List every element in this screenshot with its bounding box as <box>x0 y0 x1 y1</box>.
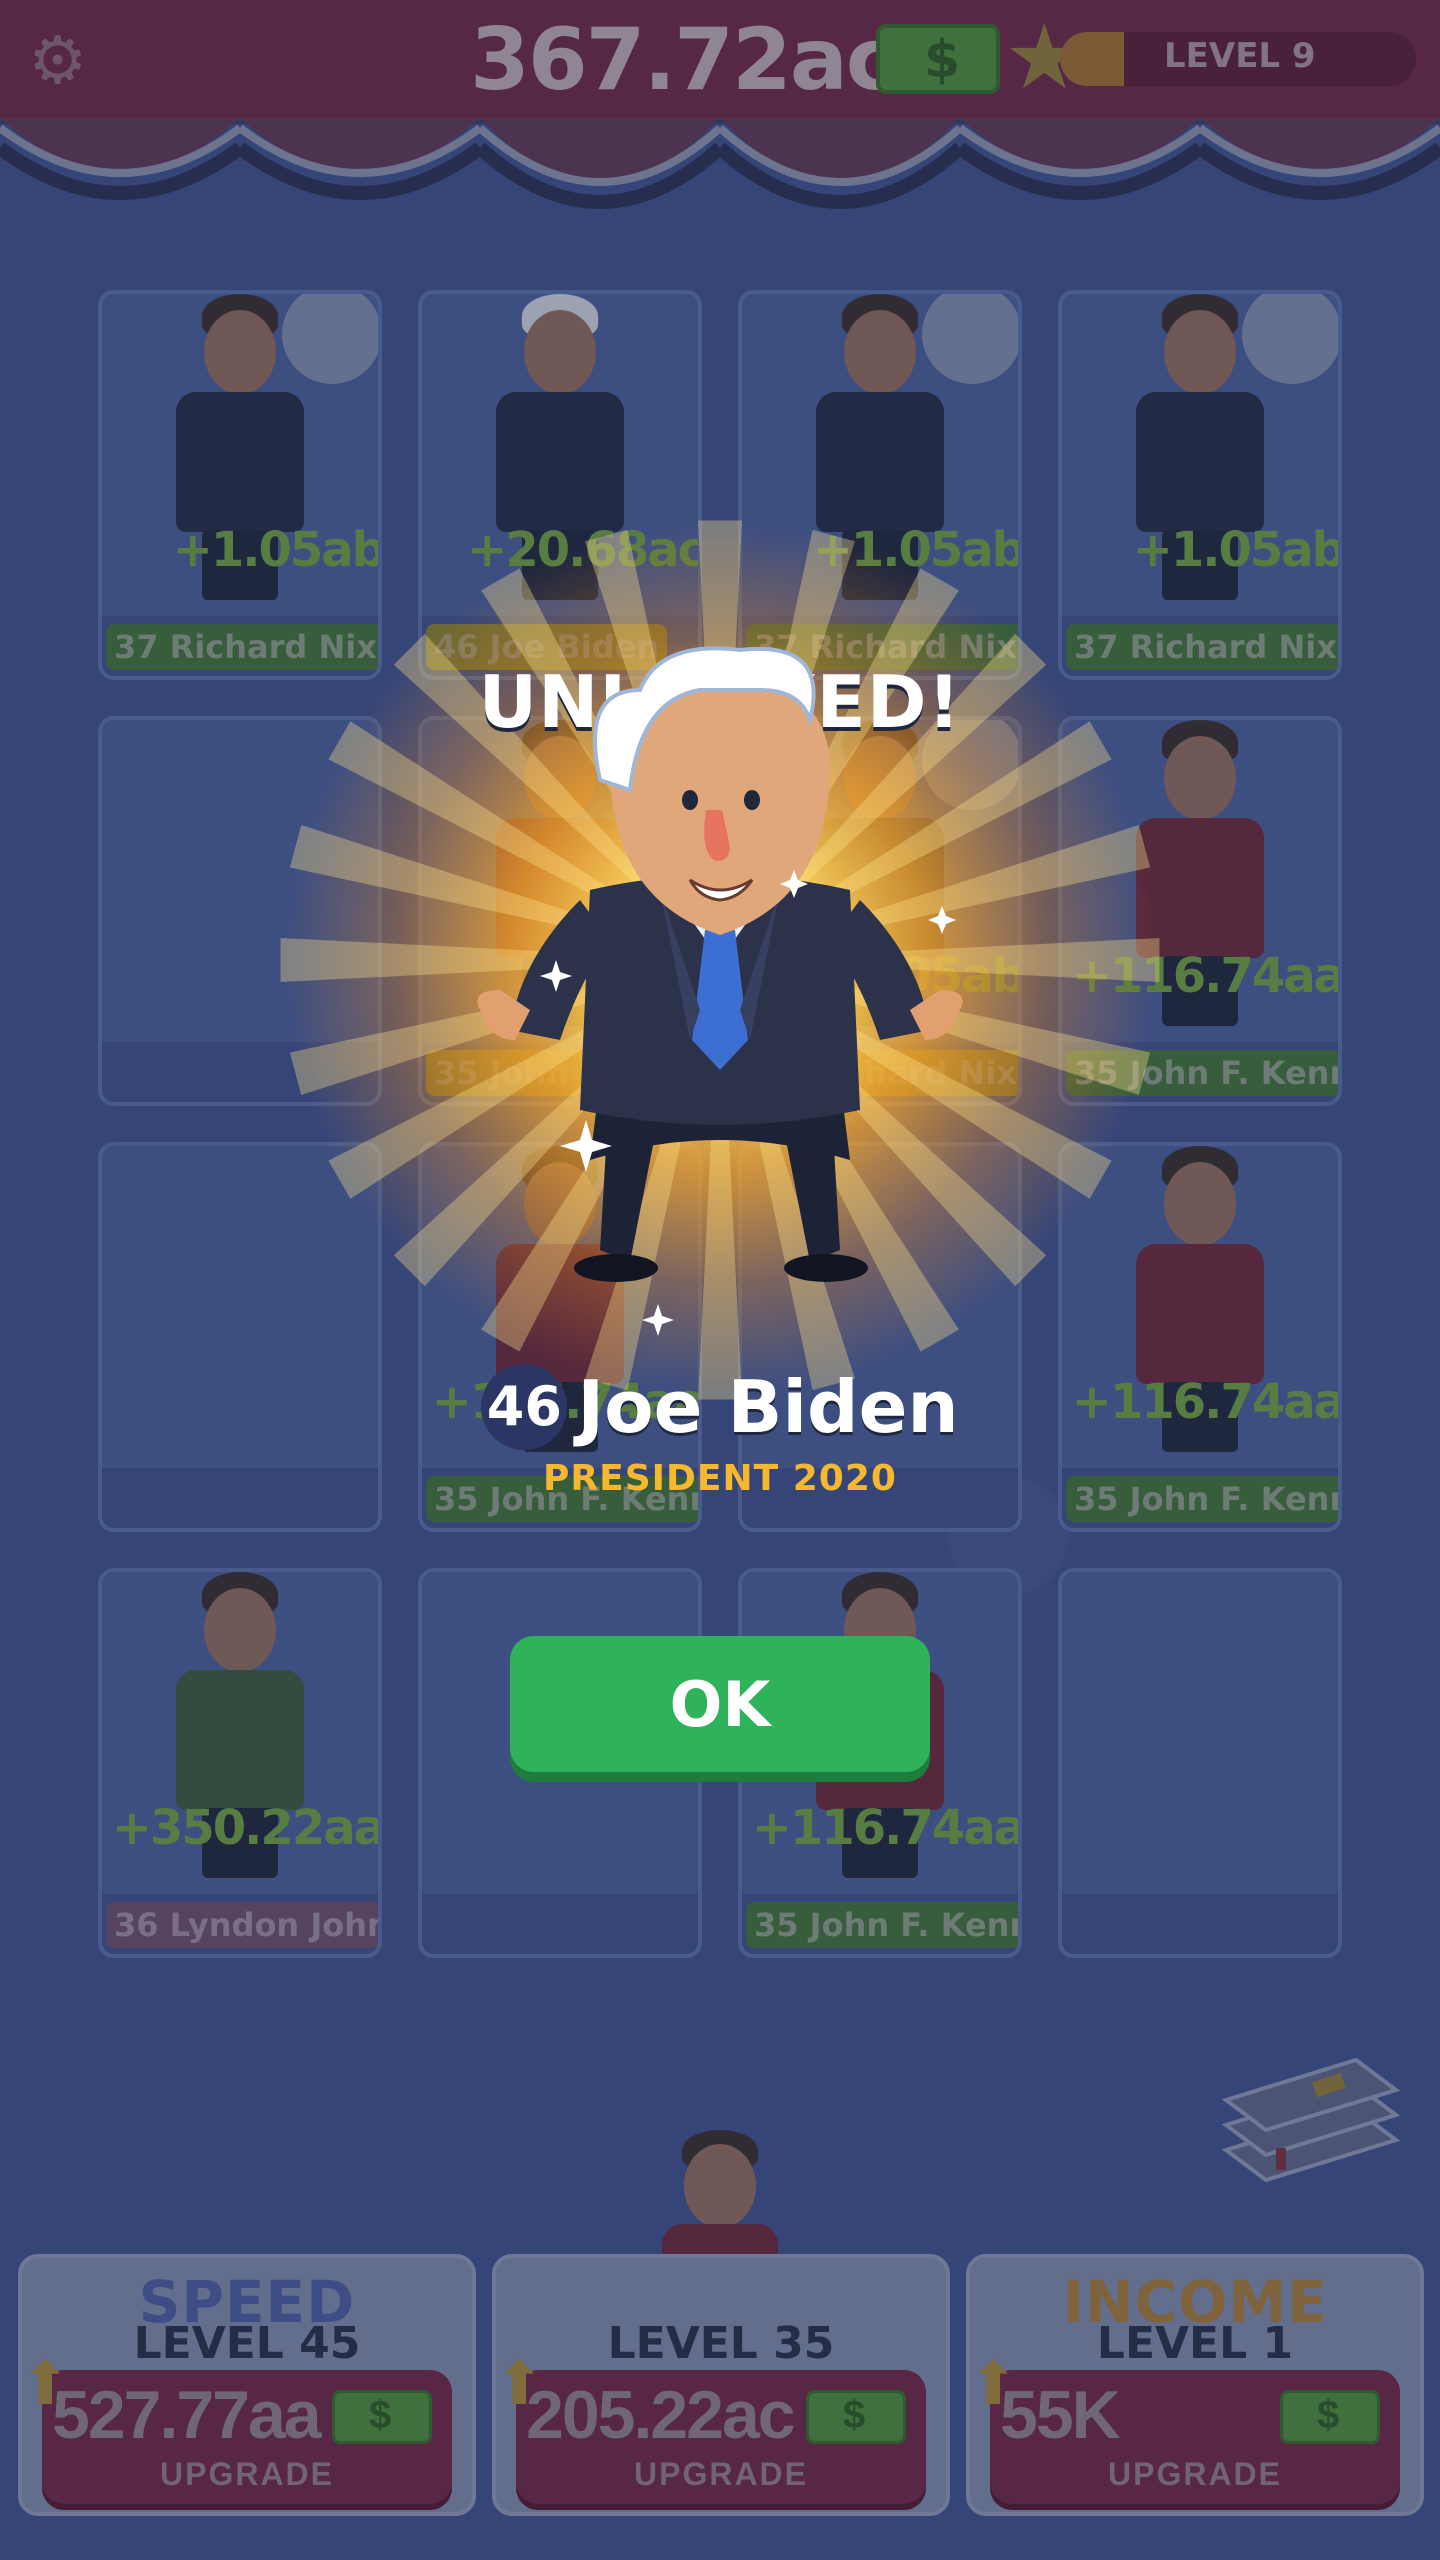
president-number-badge: 46 <box>481 1364 568 1450</box>
unlocked-name-row: 46 Joe Biden <box>0 1364 1440 1450</box>
president-name: Joe Biden <box>577 1365 959 1449</box>
president-subtitle: PRESIDENT 2020 <box>543 1458 897 1499</box>
ok-button[interactable]: OK <box>510 1636 930 1772</box>
unlock-rays <box>280 520 1160 1400</box>
unlocked-title: UNLOCKED! <box>478 660 962 744</box>
